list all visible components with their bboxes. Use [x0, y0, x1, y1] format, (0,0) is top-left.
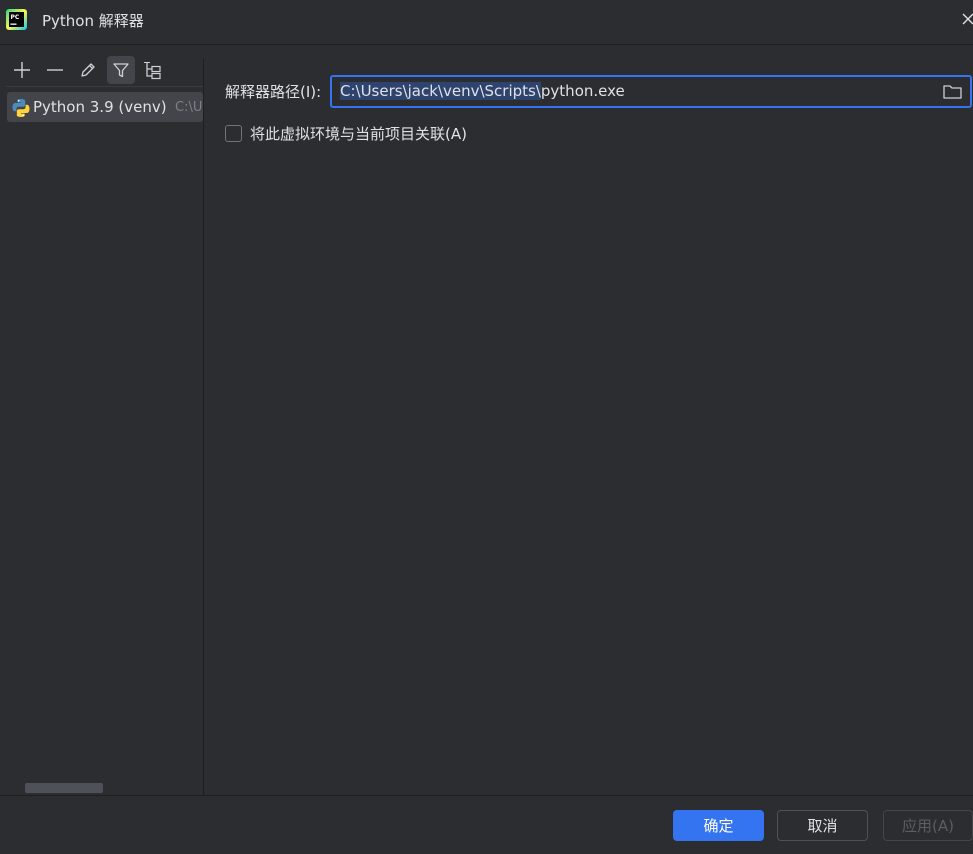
interpreter-path-input[interactable]: C:\Users\jack\venv\Scripts\python.exe	[330, 75, 972, 108]
remove-icon[interactable]	[41, 56, 69, 84]
footer-divider	[0, 795, 973, 796]
path-text: C:\Users\jack\venv\Scripts\python.exe	[340, 82, 625, 100]
filter-icon[interactable]	[107, 56, 135, 84]
ok-button[interactable]: 确定	[673, 810, 764, 841]
associate-project-checkbox[interactable]	[225, 125, 242, 142]
interpreter-list-item[interactable]: Python 3.9 (venv) C:\U	[7, 92, 203, 122]
cancel-button[interactable]: 取消	[777, 810, 868, 841]
path-rest-text: python.exe	[540, 82, 625, 100]
path-selected-text: C:\Users\jack\venv\Scripts\	[340, 82, 541, 100]
sidebar-divider[interactable]	[203, 58, 204, 795]
apply-button[interactable]: 应用(A)	[883, 810, 973, 841]
tree-icon[interactable]	[139, 56, 167, 84]
toolbar-divider	[6, 86, 203, 87]
edit-icon[interactable]	[74, 56, 102, 84]
window-title: Python 解释器	[42, 12, 144, 30]
interpreter-name: Python 3.9 (venv)	[33, 98, 167, 116]
add-icon[interactable]	[8, 56, 36, 84]
close-icon[interactable]	[957, 8, 973, 30]
svg-text:PC: PC	[11, 14, 20, 21]
associate-project-label[interactable]: 将此虚拟环境与当前项目关联(A)	[250, 123, 467, 144]
title-bar: PC Python 解释器	[0, 0, 973, 40]
folder-icon[interactable]	[942, 82, 964, 102]
pycharm-icon: PC	[6, 9, 27, 30]
interpreter-path: C:\U	[175, 100, 203, 115]
interpreter-path-label: 解释器路径(I):	[225, 83, 322, 101]
python-icon	[12, 99, 30, 117]
interpreter-sidebar	[0, 45, 203, 795]
horizontal-scrollbar[interactable]	[25, 783, 103, 793]
